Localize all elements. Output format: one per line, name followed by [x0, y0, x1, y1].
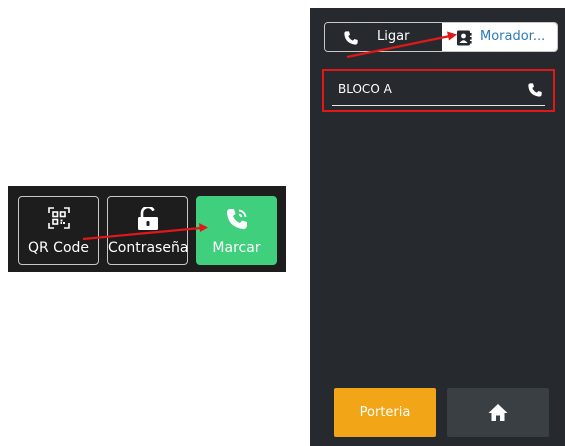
- phone-icon: [343, 29, 359, 51]
- call-label: Marcar: [212, 240, 261, 256]
- qr-code-button[interactable]: QR Code: [18, 196, 99, 265]
- tab-ligar-label: Ligar: [377, 29, 410, 44]
- password-button[interactable]: Contraseña: [107, 196, 188, 265]
- intercom-panel: Ligar Morador... BLOCO A Porteria: [310, 8, 565, 446]
- call-button[interactable]: Marcar: [196, 196, 277, 265]
- home-button[interactable]: [447, 388, 549, 437]
- access-panel: QR Code Contraseña Marcar: [8, 186, 286, 272]
- tab-morador-label: Morador...: [480, 29, 546, 44]
- password-label: Contraseña: [108, 240, 189, 256]
- tab-bar: Ligar Morador...: [324, 22, 558, 52]
- list-item[interactable]: BLOCO A: [322, 69, 555, 112]
- porteria-button[interactable]: Porteria: [334, 388, 436, 437]
- phone-ringing-icon: [225, 207, 249, 235]
- list-item-name: BLOCO A: [338, 82, 392, 96]
- qr-code-icon: [47, 207, 70, 233]
- unlock-icon: [137, 205, 159, 235]
- home-icon: [488, 403, 508, 426]
- phone-icon[interactable]: [527, 82, 543, 102]
- qr-code-label: QR Code: [27, 240, 90, 256]
- tab-morador[interactable]: Morador...: [442, 23, 557, 51]
- list-item-divider: [332, 105, 545, 106]
- page: QR Code Contraseña Marcar Ligar Morador.…: [0, 0, 565, 446]
- tab-ligar[interactable]: Ligar: [325, 23, 442, 51]
- contacts-icon: [456, 29, 472, 51]
- bottom-bar: Porteria: [310, 388, 565, 438]
